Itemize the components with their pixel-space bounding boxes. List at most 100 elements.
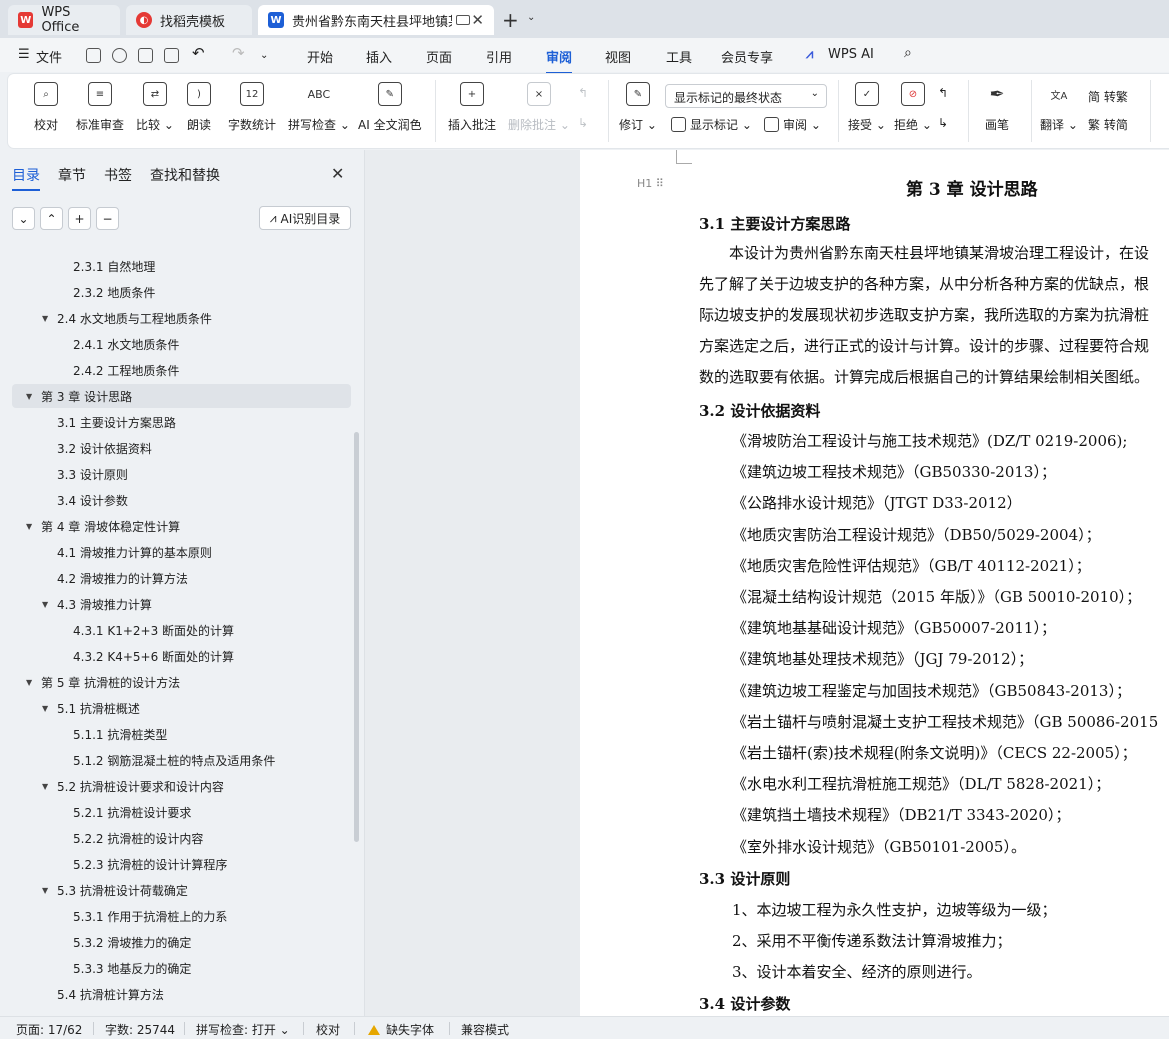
toc-item[interactable]: 4.1 滑坡推力计算的基本原则: [12, 540, 351, 564]
print-icon[interactable]: [138, 48, 153, 63]
toc-item[interactable]: 5.2.1 抗滑桩设计要求: [12, 800, 351, 824]
new-tab-icon[interactable]: +: [502, 8, 519, 32]
toc-item[interactable]: 3.3 设计原则: [12, 462, 351, 486]
accept-button[interactable]: ✓ 接受 ⌄: [848, 82, 886, 133]
proofread-button[interactable]: ⌕ 校对: [34, 82, 58, 133]
toc-item[interactable]: 4.2 滑坡推力的计算方法: [12, 566, 351, 590]
document-page[interactable]: H1 ⠿ 第 3 章 设计思路 3.1 主要设计方案思路 本设计为贵州省黔东南天…: [580, 150, 1169, 1016]
word-count-indicator[interactable]: 字数: 25744: [105, 1021, 175, 1038]
chevron-down-icon[interactable]: ⌄: [527, 12, 535, 23]
review-pane-button[interactable]: 审阅 ⌄: [764, 116, 821, 133]
toc-item[interactable]: 2.4.1 水文地质条件: [12, 332, 351, 356]
toc-item[interactable]: 3.4 设计参数: [12, 488, 351, 512]
toc-item[interactable]: 5.1.1 抗滑桩类型: [12, 722, 351, 746]
prev-change-icon[interactable]: ↰: [938, 86, 948, 100]
ai-polish-button[interactable]: ✎ AI 全文润色: [358, 82, 422, 133]
nav-tab-bookmarks[interactable]: 书签: [104, 165, 132, 185]
quick-access-chevron-icon[interactable]: ⌄: [260, 50, 268, 61]
toc-item[interactable]: ▼ 5.2 抗滑桩设计要求和设计内容: [12, 774, 351, 798]
nav-tab-sections[interactable]: 章节: [58, 165, 86, 185]
toc-item[interactable]: ▼ 第 4 章 滑坡体稳定性计算: [12, 514, 351, 538]
collapse-triangle-icon[interactable]: ▼: [26, 392, 34, 401]
save-icon[interactable]: [86, 48, 101, 63]
toc-scrollbar[interactable]: [354, 432, 359, 842]
track-changes-button[interactable]: ✎ 修订 ⌄: [619, 82, 657, 133]
compare-button[interactable]: ⇄ 比较 ⌄: [136, 82, 174, 133]
toc-item[interactable]: 3.2 设计依据资料: [12, 436, 351, 460]
read-aloud-button[interactable]: ) 朗读: [187, 82, 211, 133]
collapse-triangle-icon[interactable]: ▼: [42, 704, 50, 713]
print-preview-icon[interactable]: [164, 48, 179, 63]
tab-wps-office[interactable]: W WPS Office: [8, 5, 120, 35]
collapse-triangle-icon[interactable]: ▼: [26, 522, 34, 531]
expand-all-button[interactable]: ⌄: [12, 207, 35, 230]
markup-mode-select[interactable]: 显示标记的最终状态 ⌄: [665, 84, 827, 108]
menu-home[interactable]: 开始: [307, 47, 333, 66]
toc-item[interactable]: 5.3.1 作用于抗滑桩上的力系: [12, 904, 351, 928]
tab-current-document[interactable]: W 贵州省黔东南天柱县坪地镇某 ✕: [258, 5, 494, 35]
add-heading-button[interactable]: +: [68, 207, 91, 230]
show-markup-button[interactable]: 显示标记 ⌄: [671, 116, 752, 133]
standard-review-button[interactable]: ≡ 标准审查: [76, 82, 124, 133]
toc-item[interactable]: 5.1.2 钢筋混凝土桩的特点及适用条件: [12, 748, 351, 772]
proofread-status[interactable]: 校对: [316, 1021, 340, 1038]
prev-comment-icon[interactable]: ↰: [578, 86, 588, 100]
toc-item[interactable]: 2.3.2 地质条件: [12, 280, 351, 304]
monitor-icon[interactable]: [456, 15, 470, 25]
word-count-button[interactable]: 12 字数统计: [228, 82, 276, 133]
toc-item[interactable]: ▼ 第 5 章 抗滑桩的设计方法: [12, 670, 351, 694]
to-traditional-button[interactable]: 简 转繁: [1088, 88, 1128, 105]
next-comment-icon[interactable]: ↳: [578, 116, 588, 130]
collapse-triangle-icon[interactable]: ▼: [42, 886, 50, 895]
missing-font-status[interactable]: 缺失字体: [368, 1021, 434, 1038]
menu-insert[interactable]: 插入: [366, 47, 392, 66]
menu-member[interactable]: 会员专享: [721, 47, 773, 66]
toc-item[interactable]: ▼ 5.1 抗滑桩概述: [12, 696, 351, 720]
heading-mark[interactable]: H1 ⠿: [637, 177, 664, 190]
toc-item[interactable]: ▼ 4.3 滑坡推力计算: [12, 592, 351, 616]
ai-recognize-toc-button[interactable]: ⩘ AI识别目录: [259, 206, 351, 230]
toc-item[interactable]: ▼ 2.4 水文地质与工程地质条件: [12, 306, 351, 330]
toc-item[interactable]: ▼ 第 3 章 设计思路: [12, 384, 351, 408]
hamburger-menu-icon[interactable]: ☰: [18, 47, 30, 62]
remove-heading-button[interactable]: −: [96, 207, 119, 230]
reject-button[interactable]: ⊘ 拒绝 ⌄: [894, 82, 932, 133]
menu-wps-ai[interactable]: WPS AI: [828, 47, 874, 62]
menu-tools[interactable]: 工具: [666, 47, 692, 66]
toc-item[interactable]: 5.3.2 滑坡推力的确定: [12, 930, 351, 954]
insert-comment-button[interactable]: + 插入批注: [448, 82, 496, 133]
menu-references[interactable]: 引用: [486, 47, 512, 66]
toc-item[interactable]: 5.2.2 抗滑桩的设计内容: [12, 826, 351, 850]
nav-tab-toc[interactable]: 目录: [12, 165, 40, 191]
redo-icon[interactable]: ↷: [232, 44, 245, 62]
collapse-triangle-icon[interactable]: ▼: [26, 678, 34, 687]
close-icon[interactable]: ✕: [331, 164, 344, 183]
menu-review[interactable]: 审阅: [546, 47, 573, 74]
spell-check-button[interactable]: ABC 拼写检查 ⌄: [288, 82, 350, 133]
menu-file[interactable]: 文件: [36, 47, 62, 66]
toc-item[interactable]: 4.3.1 K1+2+3 断面处的计算: [12, 618, 351, 642]
toc-item[interactable]: 5.2.3 抗滑桩的设计计算程序: [12, 852, 351, 876]
toc-item[interactable]: 5.4 抗滑桩计算方法: [12, 982, 351, 1006]
pen-button[interactable]: ✒ 画笔: [985, 82, 1009, 133]
menu-page[interactable]: 页面: [426, 47, 452, 66]
undo-icon[interactable]: ↶: [192, 44, 205, 62]
toc-item[interactable]: 5.3.3 地基反力的确定: [12, 956, 351, 980]
menu-view[interactable]: 视图: [605, 47, 631, 66]
tab-docer-templates[interactable]: ◐ 找稻壳模板: [126, 5, 252, 35]
collapse-all-button[interactable]: ⌃: [40, 207, 63, 230]
toc-item[interactable]: ▼ 5.3 抗滑桩设计荷载确定: [12, 878, 351, 902]
toc-item[interactable]: 3.1 主要设计方案思路: [12, 410, 351, 434]
search-icon[interactable]: ⌕: [904, 45, 912, 61]
collapse-triangle-icon[interactable]: ▼: [42, 600, 50, 609]
toc-item[interactable]: 4.3.2 K4+5+6 断面处的计算: [12, 644, 351, 668]
translate-button[interactable]: 文A 翻译 ⌄: [1040, 82, 1078, 133]
nav-tab-find-replace[interactable]: 查找和替换: [150, 165, 220, 185]
delete-comment-button[interactable]: × 删除批注 ⌄: [508, 82, 570, 133]
to-simplified-button[interactable]: 繁 转简: [1088, 116, 1128, 133]
page-indicator[interactable]: 页面: 17/62: [16, 1021, 82, 1038]
toc-item[interactable]: 2.4.2 工程地质条件: [12, 358, 351, 382]
next-change-icon[interactable]: ↳: [938, 116, 948, 130]
spell-check-status[interactable]: 拼写检查: 打开 ⌄: [196, 1021, 290, 1038]
collapse-triangle-icon[interactable]: ▼: [42, 314, 50, 323]
